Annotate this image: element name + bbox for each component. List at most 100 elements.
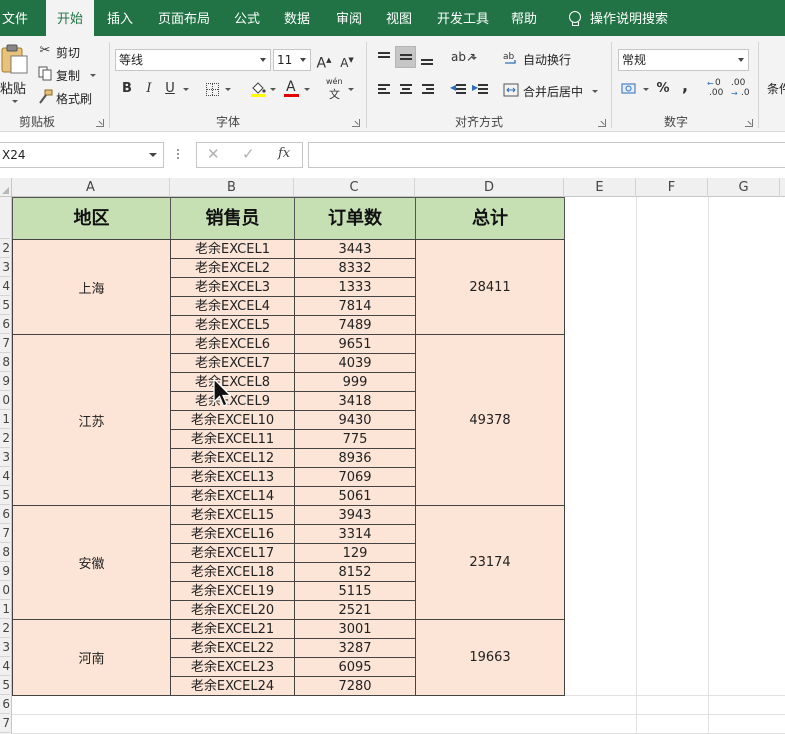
tab-formulas[interactable]: 公式 (234, 0, 260, 36)
row-header[interactable]: 5 (0, 486, 10, 505)
orders-cell[interactable]: 9651 (294, 334, 416, 354)
row-header[interactable]: 4 (0, 277, 10, 296)
row-header[interactable]: 4 (0, 657, 10, 676)
number-launcher-icon[interactable] (745, 119, 753, 127)
seller-cell[interactable]: 老余EXCEL5 (170, 315, 295, 335)
italic-button[interactable]: I (142, 80, 156, 98)
column-header-e[interactable]: E (564, 178, 636, 197)
phonetic-button[interactable]: wén 文 (326, 77, 346, 101)
tab-file[interactable]: 文件 (2, 0, 34, 36)
orders-cell[interactable]: 6095 (294, 657, 416, 677)
font-launcher-icon[interactable] (352, 119, 360, 127)
orders-cell[interactable]: 7814 (294, 296, 416, 316)
row-header[interactable]: 8 (0, 353, 10, 372)
tab-home[interactable]: 开始 (46, 0, 94, 37)
row-header[interactable]: 8 (0, 543, 10, 562)
column-header-f[interactable]: F (636, 178, 708, 197)
row-header[interactable]: 5 (0, 296, 10, 315)
row-header[interactable]: 7 (0, 714, 10, 733)
row-header[interactable]: 1 (0, 600, 10, 619)
row-header[interactable]: 0 (0, 581, 10, 600)
phonetic-dropdown-arrow[interactable] (348, 88, 354, 91)
decrease-indent-button[interactable]: ◀ (450, 80, 466, 98)
align-middle-button[interactable] (395, 46, 416, 68)
seller-cell[interactable]: 老余EXCEL18 (170, 562, 295, 582)
orders-cell[interactable]: 7489 (294, 315, 416, 335)
row-header[interactable]: 5 (0, 676, 10, 695)
seller-cell[interactable]: 老余EXCEL6 (170, 334, 295, 354)
shrink-font-button[interactable]: A▼ (339, 51, 355, 70)
formula-input[interactable] (308, 142, 785, 168)
total-cell[interactable]: 49378 (415, 334, 565, 506)
tab-view[interactable]: 视图 (386, 0, 412, 36)
seller-cell[interactable]: 老余EXCEL24 (170, 676, 295, 696)
orders-cell[interactable]: 4039 (294, 353, 416, 373)
name-box[interactable]: X24 (0, 142, 164, 168)
format-painter-button[interactable]: 格式刷 (38, 88, 96, 106)
alignment-launcher-icon[interactable] (598, 119, 606, 127)
total-cell[interactable]: 23174 (415, 505, 565, 620)
tab-developer[interactable]: 开发工具 (437, 0, 489, 36)
row-header[interactable]: 6 (0, 315, 10, 334)
tab-insert[interactable]: 插入 (107, 0, 133, 36)
orders-cell[interactable]: 1333 (294, 277, 416, 297)
total-cell[interactable]: 28411 (415, 239, 565, 335)
wrap-text-button[interactable]: ab 自动换行 (503, 48, 575, 68)
borders-dropdown-arrow[interactable] (225, 88, 231, 91)
seller-cell[interactable]: 老余EXCEL13 (170, 467, 295, 487)
orders-cell[interactable]: 7069 (294, 467, 416, 487)
row-header[interactable]: 6 (0, 505, 10, 524)
orders-cell[interactable]: 3287 (294, 638, 416, 658)
region-cell[interactable]: 江苏 (12, 334, 171, 506)
font-name-combo[interactable]: 等线 (115, 49, 271, 71)
orders-cell[interactable]: 8936 (294, 448, 416, 468)
tab-review[interactable]: 审阅 (336, 0, 362, 36)
seller-cell[interactable]: 老余EXCEL21 (170, 619, 295, 639)
seller-cell[interactable]: 老余EXCEL3 (170, 277, 295, 297)
row-header[interactable]: 6 (0, 695, 10, 714)
cancel-icon[interactable]: ✕ (207, 145, 220, 163)
orientation-dropdown-arrow[interactable] (471, 57, 477, 60)
column-header-a[interactable]: A (12, 178, 170, 197)
orders-cell[interactable]: 3943 (294, 505, 416, 525)
seller-cell[interactable]: 老余EXCEL12 (170, 448, 295, 468)
font-color-button[interactable]: A (284, 79, 299, 97)
align-bottom-button[interactable] (419, 48, 435, 66)
orders-cell[interactable]: 3443 (294, 239, 416, 259)
tell-me-search[interactable]: 操作说明搜索 (568, 0, 668, 36)
row-header[interactable]: 7 (0, 334, 10, 353)
clipboard-launcher-icon[interactable] (96, 119, 104, 127)
font-color-dropdown-arrow[interactable] (304, 88, 310, 91)
row-header[interactable] (0, 197, 10, 239)
tab-page-layout[interactable]: 页面布局 (158, 0, 210, 36)
increase-indent-button[interactable]: ▶ (472, 80, 488, 98)
column-header-b[interactable]: B (170, 178, 294, 197)
column-header-c[interactable]: C (294, 178, 415, 197)
orders-cell[interactable]: 3001 (294, 619, 416, 639)
orders-cell[interactable]: 5115 (294, 581, 416, 601)
bold-button[interactable]: B (120, 80, 134, 98)
seller-cell[interactable]: 老余EXCEL2 (170, 258, 295, 278)
row-header[interactable]: 3 (0, 448, 10, 467)
align-center-button[interactable] (398, 80, 414, 98)
orders-cell[interactable]: 5061 (294, 486, 416, 506)
region-cell[interactable]: 上海 (12, 239, 171, 335)
seller-cell[interactable]: 老余EXCEL17 (170, 543, 295, 563)
seller-cell[interactable]: 老余EXCEL7 (170, 353, 295, 373)
row-header[interactable]: 0 (0, 391, 10, 410)
copy-button[interactable]: 复制 (38, 65, 96, 83)
select-all-corner[interactable] (0, 178, 12, 197)
seller-cell[interactable]: 老余EXCEL22 (170, 638, 295, 658)
comma-style-button[interactable]: , (680, 77, 690, 95)
seller-cell[interactable]: 老余EXCEL15 (170, 505, 295, 525)
orders-cell[interactable]: 7280 (294, 676, 416, 696)
seller-cell[interactable]: 老余EXCEL16 (170, 524, 295, 544)
seller-cell[interactable]: 老余EXCEL10 (170, 410, 295, 430)
orientation-icon[interactable]: ab↗ (451, 48, 476, 66)
orders-cell[interactable]: 8332 (294, 258, 416, 278)
seller-cell[interactable]: 老余EXCEL4 (170, 296, 295, 316)
insert-function-icon[interactable]: fx (278, 146, 290, 161)
borders-icon[interactable] (206, 83, 219, 96)
underline-button[interactable]: U (163, 80, 177, 98)
align-left-button[interactable] (376, 80, 392, 98)
